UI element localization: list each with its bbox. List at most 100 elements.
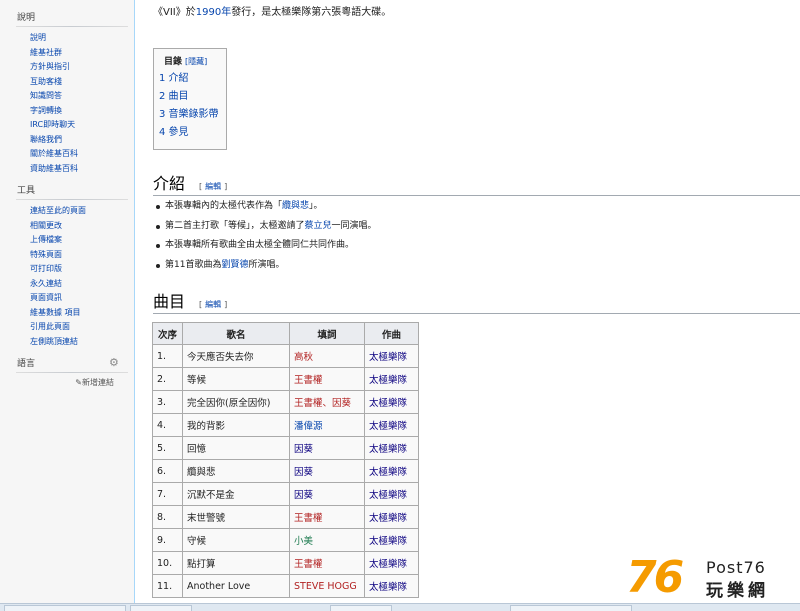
- composer-link[interactable]: 太極樂隊: [364, 551, 419, 575]
- lyricist-link[interactable]: 小美: [289, 528, 365, 552]
- taskbar-tab[interactable]: [510, 605, 632, 611]
- languages-portal: 語言 ⚙ ✎新增連結: [0, 357, 134, 388]
- table-row: 4. 我的背影 潘偉源 太極樂隊: [152, 413, 419, 437]
- watermark-cn: 玩樂網: [706, 581, 769, 601]
- add-links-link[interactable]: ✎新增連結: [0, 377, 134, 388]
- composer-link[interactable]: 太極樂隊: [364, 436, 419, 460]
- sidebar-item-policy[interactable]: 方針與指引: [30, 60, 134, 75]
- sidebar-item-village-pump[interactable]: 互助客棧: [30, 75, 134, 90]
- track-number: 8.: [152, 505, 183, 529]
- sidebar: 說明 說明 維基社群 方針與指引 互助客棧 知識問答 字詞轉換 IRC即時聊天 …: [0, 0, 135, 603]
- sidebar-item-upload[interactable]: 上傳檔案: [30, 233, 134, 248]
- song-title: 沉默不是金: [182, 482, 290, 506]
- sidebar-item-about[interactable]: 關於維基百科: [30, 147, 134, 162]
- edit-section-link[interactable]: [編輯]: [199, 299, 227, 310]
- song-title: 今天應否失去你: [182, 344, 290, 368]
- sidebar-item-contact[interactable]: 聯絡我們: [30, 133, 134, 148]
- lyricist-link[interactable]: 因葵: [289, 436, 365, 460]
- sidebar-item-special-pages[interactable]: 特殊頁面: [30, 248, 134, 263]
- taskbar-tab[interactable]: [130, 605, 192, 611]
- lyricist-link[interactable]: 王書權: [289, 505, 365, 529]
- help-heading: 說明: [17, 13, 36, 23]
- tools-heading: 工具: [17, 186, 36, 196]
- table-row: 6. 纜與悲 因葵 太極樂隊: [152, 459, 419, 483]
- taskbar-tab[interactable]: [4, 605, 126, 611]
- sidebar-item-donate[interactable]: 資助維基百科: [30, 162, 134, 177]
- list-item: 本張專輯內的太極代表作為「纜與悲」。: [156, 197, 377, 217]
- column-header: 次序: [152, 322, 183, 345]
- toc-title: 目錄 [隱藏]: [164, 55, 226, 69]
- song-title: 點打算: [182, 551, 290, 575]
- composer-link[interactable]: 太極樂隊: [364, 482, 419, 506]
- toc-heading: 目錄: [164, 57, 183, 67]
- sidebar-item-permalink[interactable]: 永久連結: [30, 277, 134, 292]
- column-header: 填詞: [289, 322, 365, 345]
- table-row: 3. 完全因你(原全因你) 王書權、因葵 太極樂隊: [152, 390, 419, 414]
- column-header: 歌名: [182, 322, 290, 345]
- gear-icon[interactable]: ⚙: [109, 357, 120, 368]
- composer-link[interactable]: 太極樂隊: [364, 344, 419, 368]
- lyricist-link[interactable]: 因葵: [289, 459, 365, 483]
- table-row: 11. Another Love STEVE HOGG 太極樂隊: [152, 574, 419, 598]
- composer-link[interactable]: 太極樂隊: [364, 505, 419, 529]
- table-row: 8. 末世警號 王書權 太極樂隊: [152, 505, 419, 529]
- sidebar-item-help[interactable]: 說明: [30, 31, 134, 46]
- sidebar-item-related-changes[interactable]: 相關更改: [30, 219, 134, 234]
- singer-link[interactable]: 劉賢德: [221, 260, 248, 270]
- song-title: 回憶: [182, 436, 290, 460]
- toc-item-see-also[interactable]: 4 參見: [158, 124, 226, 142]
- sidebar-item-wikidata[interactable]: 維基數據 項目: [30, 306, 134, 321]
- edit-section-link[interactable]: [編輯]: [199, 181, 227, 192]
- composer-link[interactable]: 太極樂隊: [364, 367, 419, 391]
- year-link[interactable]: 1990年: [196, 7, 231, 18]
- composer-link[interactable]: 太極樂隊: [364, 528, 419, 552]
- lyricist-link[interactable]: 因葵: [289, 482, 365, 506]
- song-title: Another Love: [182, 574, 290, 598]
- intro-section: 介紹 [編輯]: [153, 170, 800, 196]
- sidebar-item-printable[interactable]: 可打印版: [30, 262, 134, 277]
- sidebar-item-reference-desk[interactable]: 知識問答: [30, 89, 134, 104]
- song-title: 末世警號: [182, 505, 290, 529]
- list-item: 第11首歌曲為劉賢德所演唱。: [156, 256, 377, 276]
- taskbar-tab[interactable]: [330, 605, 392, 611]
- track-number: 7.: [152, 482, 183, 506]
- singer-link[interactable]: 蔡立兒: [305, 221, 332, 231]
- table-row: 2. 等候 王書權 太極樂隊: [152, 367, 419, 391]
- divider: [16, 26, 128, 27]
- toc-hide-link[interactable]: [隱藏]: [185, 57, 207, 66]
- composer-link[interactable]: 太極樂隊: [364, 459, 419, 483]
- sidebar-item-conversion[interactable]: 字詞轉換: [30, 104, 134, 119]
- song-title: 完全因你(原全因你): [182, 390, 290, 414]
- intro-text: 發行，是太極樂隊第六張粵語大碟。: [231, 7, 392, 18]
- table-row: 1. 今天應否失去你 高秋 太極樂隊: [152, 344, 419, 368]
- toc-item-tracks[interactable]: 2 曲目: [158, 88, 226, 106]
- table-row: 10. 點打算 王書權 太極樂隊: [152, 551, 419, 575]
- lyricist-link[interactable]: 潘偉源: [289, 413, 365, 437]
- lyricist-link[interactable]: 王書權: [289, 367, 365, 391]
- toc-item-intro[interactable]: 1 介紹: [158, 70, 226, 88]
- intro-list: 本張專輯內的太極代表作為「纜與悲」。 第二首主打歌「等候」，太極邀請了蔡立兒一同…: [156, 197, 377, 276]
- lyricist-link[interactable]: 王書權: [289, 551, 365, 575]
- album-song-link[interactable]: 纜與悲: [282, 201, 309, 211]
- lyricist-link[interactable]: 王書權、因葵: [289, 390, 365, 414]
- sidebar-item-irc[interactable]: IRC即時聊天: [30, 118, 134, 133]
- post76-watermark: 76 Post76 玩樂網: [626, 556, 796, 602]
- track-number: 10.: [152, 551, 183, 575]
- lyricist-link[interactable]: STEVE HOGG: [289, 574, 365, 598]
- sidebar-item-community[interactable]: 維基社群: [30, 46, 134, 61]
- sidebar-item-cite[interactable]: 引用此頁面: [30, 320, 134, 335]
- composer-link[interactable]: 太極樂隊: [364, 390, 419, 414]
- help-portal: 說明 說明 維基社群 方針與指引 互助客棧 知識問答 字詞轉換 IRC即時聊天 …: [0, 12, 134, 176]
- lyricist-link[interactable]: 高秋: [289, 344, 365, 368]
- toc-item-music-video[interactable]: 3 音樂錄影帶: [158, 106, 226, 124]
- table-of-contents: 目錄 [隱藏] 1 介紹 2 曲目 3 音樂錄影帶 4 參見: [153, 48, 227, 150]
- table-row: 9. 守候 小美 太極樂隊: [152, 528, 419, 552]
- sidebar-item-page-info[interactable]: 頁面資訊: [30, 291, 134, 306]
- composer-link[interactable]: 太極樂隊: [364, 413, 419, 437]
- sidebar-item-whatlinkshere[interactable]: 連結至此的頁面: [30, 204, 134, 219]
- tracks-section: 曲目 [編輯]: [153, 288, 800, 314]
- track-number: 3.: [152, 390, 183, 414]
- sidebar-item-top-link[interactable]: 左側跳頂連結: [30, 335, 134, 350]
- track-number: 2.: [152, 367, 183, 391]
- composer-link[interactable]: 太極樂隊: [364, 574, 419, 598]
